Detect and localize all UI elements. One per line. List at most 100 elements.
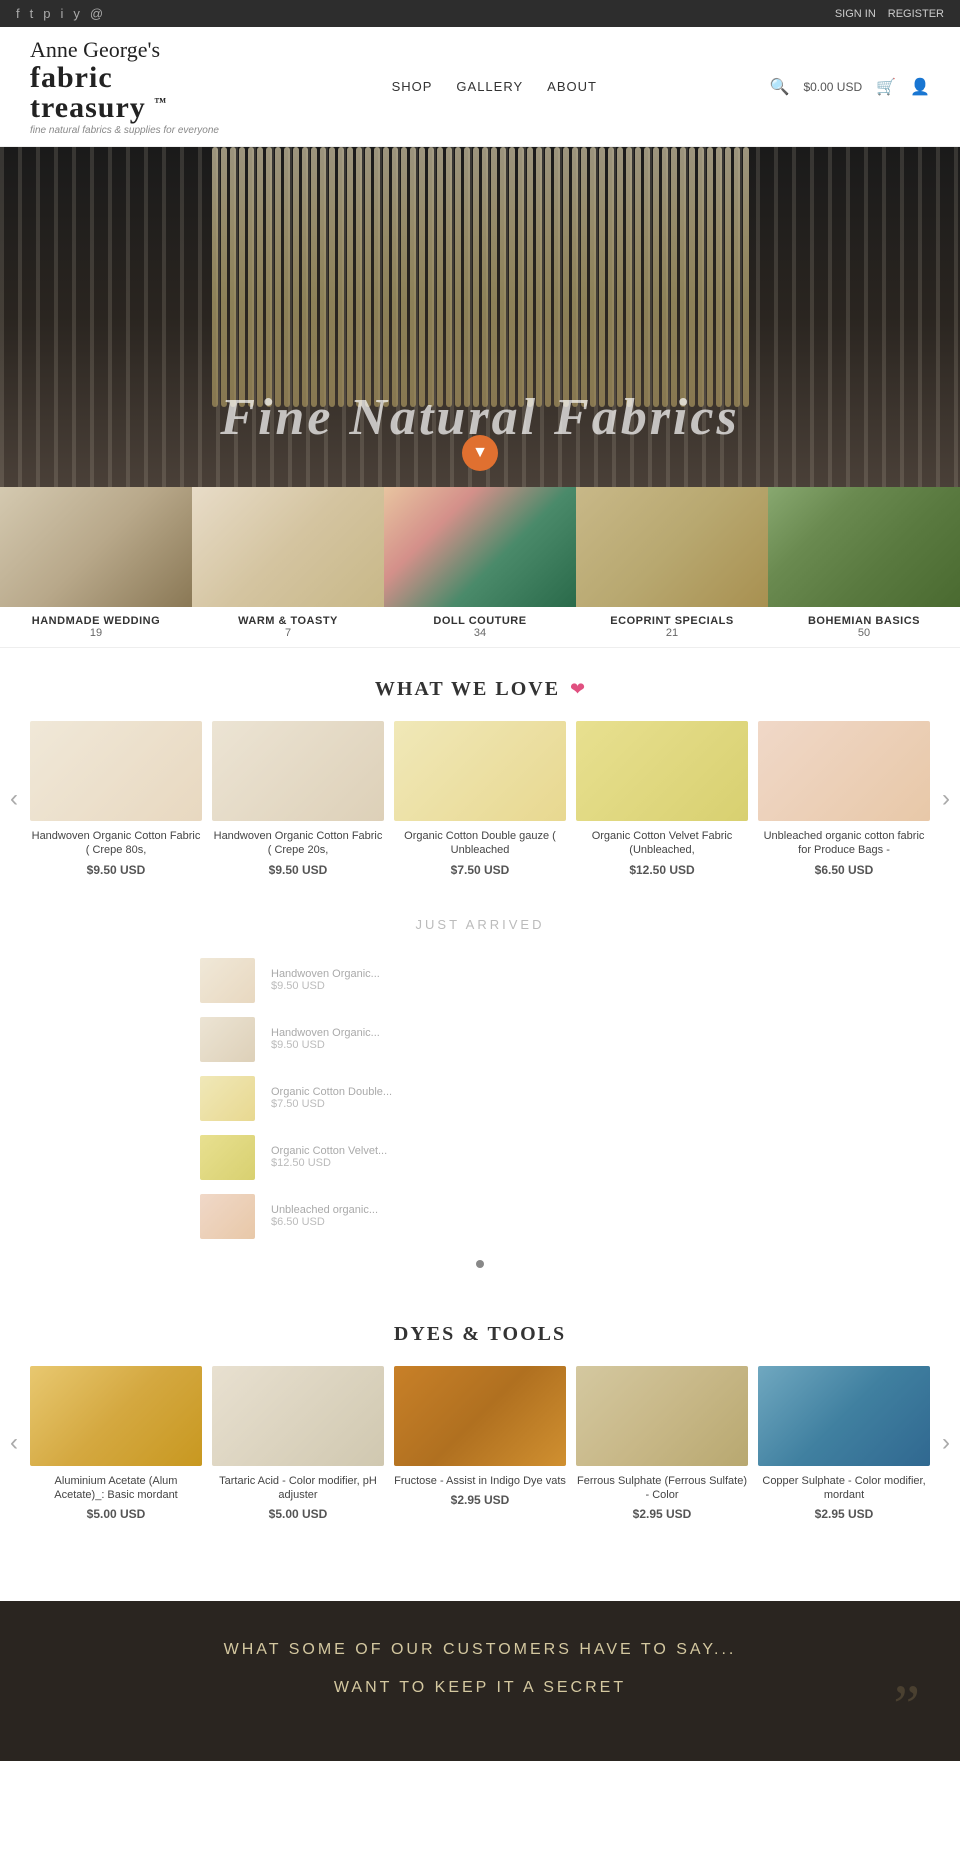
carousel-right-arrow[interactable]: › (932, 775, 960, 823)
hero-scroll-button[interactable]: ▼ (462, 435, 498, 471)
dye-card-5[interactable]: Copper Sulphate - Color modifier, mordan… (758, 1366, 930, 1522)
collection-bohemian-count: 50 (772, 627, 956, 639)
dyes-carousel-right[interactable]: › (932, 1419, 960, 1467)
spacer (0, 1561, 960, 1601)
ja-thumb-2 (200, 1017, 255, 1062)
just-arrived-item-2[interactable]: Handwoven Organic... $9.50 USD (200, 1011, 760, 1068)
logo-treasury: treasury (30, 91, 146, 124)
cart-icon[interactable]: 🛒 (876, 77, 896, 97)
product-img-4 (576, 721, 748, 821)
logo[interactable]: Anne George's fabric treasury ™ fine nat… (30, 37, 219, 136)
ja-thumb-4 (200, 1135, 255, 1180)
dye-img-4 (576, 1366, 748, 1466)
product-card-1[interactable]: Handwoven Organic Cotton Fabric ( Crepe … (30, 721, 202, 877)
collection-warm-toasty[interactable]: WARM & TOASTY 7 (192, 487, 384, 647)
collection-dollcouture-name: DOLL COUTURE (388, 615, 572, 627)
hero-section: Fine Natural Fabrics ▼ (0, 147, 960, 487)
carousel-dots (0, 1255, 960, 1273)
collection-handmade-wedding[interactable]: HANDMADE WEDDING 19 (0, 487, 192, 647)
cart-amount: $0.00 USD (803, 80, 862, 94)
collection-handmade-count: 19 (4, 627, 188, 639)
ja-name-1: Handwoven Organic... (271, 968, 760, 980)
collection-warmtoasty-count: 7 (196, 627, 380, 639)
dyes-products-row: Aluminium Acetate (Alum Acetate)_: Basic… (30, 1366, 930, 1522)
signin-link[interactable]: SIGN IN (835, 8, 876, 20)
header-icons: 🔍 $0.00 USD 🛒 👤 (770, 77, 930, 97)
product-img-1 (30, 721, 202, 821)
pinterest-icon[interactable]: p (43, 6, 50, 21)
product-price-3: $7.50 USD (394, 863, 566, 877)
just-arrived-title: JUST ARRIVED (0, 917, 960, 932)
youtube-icon[interactable]: y (73, 6, 80, 21)
ja-info-4: Organic Cotton Velvet... $12.50 USD (271, 1145, 760, 1169)
user-icon[interactable]: 👤 (910, 77, 930, 97)
product-img-5 (758, 721, 930, 821)
dyes-carousel: ‹ Aluminium Acetate (Alum Acetate)_: Bas… (0, 1366, 960, 1522)
dye-price-5: $2.95 USD (758, 1507, 930, 1521)
collection-warmtoasty-name: WARM & TOASTY (196, 615, 380, 627)
main-nav: SHOP GALLERY ABOUT (392, 79, 597, 94)
dye-img-2 (212, 1366, 384, 1466)
what-we-love-header: WHAT WE LOVE ❤ (0, 648, 960, 721)
register-link[interactable]: REGISTER (888, 8, 944, 20)
dot-1[interactable] (476, 1260, 484, 1268)
email-icon[interactable]: @ (90, 6, 103, 21)
product-card-3[interactable]: Organic Cotton Double gauze ( Unbleached… (394, 721, 566, 877)
product-price-5: $6.50 USD (758, 863, 930, 877)
just-arrived-item-3[interactable]: Organic Cotton Double... $7.50 USD (200, 1070, 760, 1127)
secret-text: WANT TO KEEP IT A SECRET (60, 1679, 900, 1697)
product-card-2[interactable]: Handwoven Organic Cotton Fabric ( Crepe … (212, 721, 384, 877)
collection-dollcouture-count: 34 (388, 627, 572, 639)
just-arrived-list: Handwoven Organic... $9.50 USD Handwoven… (0, 952, 960, 1245)
product-card-4[interactable]: Organic Cotton Velvet Fabric (Unbleached… (576, 721, 748, 877)
nav-about[interactable]: ABOUT (547, 79, 597, 94)
product-card-5[interactable]: Unbleached organic cotton fabric for Pro… (758, 721, 930, 877)
dye-name-2: Tartaric Acid - Color modifier, pH adjus… (212, 1474, 384, 1503)
collections-row: HANDMADE WEDDING 19 WARM & TOASTY 7 DOLL… (0, 487, 960, 647)
facebook-icon[interactable]: f (16, 6, 20, 21)
collection-ecoprint[interactable]: ECOPRINT SPECIALS 21 (576, 487, 768, 647)
twitter-icon[interactable]: t (30, 6, 34, 21)
auth-links: SIGN IN REGISTER (835, 8, 944, 20)
dye-name-5: Copper Sulphate - Color modifier, mordan… (758, 1474, 930, 1503)
logo-fabric: fabric (30, 61, 113, 94)
ja-price-3: $7.50 USD (271, 1098, 760, 1110)
product-price-2: $9.50 USD (212, 863, 384, 877)
dye-card-1[interactable]: Aluminium Acetate (Alum Acetate)_: Basic… (30, 1366, 202, 1522)
product-price-1: $9.50 USD (30, 863, 202, 877)
just-arrived-item-5[interactable]: Unbleached organic... $6.50 USD (200, 1188, 760, 1245)
dyes-tools-section: DYES & TOOLS ‹ Aluminium Acetate (Alum A… (0, 1303, 960, 1562)
ja-info-1: Handwoven Organic... $9.50 USD (271, 968, 760, 992)
ja-name-3: Organic Cotton Double... (271, 1086, 760, 1098)
nav-shop[interactable]: SHOP (392, 79, 433, 94)
ja-info-3: Organic Cotton Double... $7.50 USD (271, 1086, 760, 1110)
product-price-4: $12.50 USD (576, 863, 748, 877)
ja-price-1: $9.50 USD (271, 980, 760, 992)
ja-name-2: Handwoven Organic... (271, 1027, 760, 1039)
ja-thumb-5 (200, 1194, 255, 1239)
collection-bohemian[interactable]: BOHEMIAN BASICS 50 (768, 487, 960, 647)
nav-gallery[interactable]: GALLERY (456, 79, 523, 94)
testimonials-title: WHAT SOME OF OUR CUSTOMERS HAVE TO SAY..… (60, 1641, 900, 1659)
dye-card-3[interactable]: Fructose - Assist in Indigo Dye vats $2.… (394, 1366, 566, 1522)
search-icon[interactable]: 🔍 (770, 77, 790, 97)
dye-card-4[interactable]: Ferrous Sulphate (Ferrous Sulfate) - Col… (576, 1366, 748, 1522)
collection-doll-couture[interactable]: DOLL COUTURE 34 (384, 487, 576, 647)
products-carousel: ‹ Handwoven Organic Cotton Fabric ( Crep… (0, 721, 960, 877)
dyes-carousel-left[interactable]: ‹ (0, 1419, 28, 1467)
dye-price-2: $5.00 USD (212, 1507, 384, 1521)
ja-price-4: $12.50 USD (271, 1157, 760, 1169)
carousel-left-arrow[interactable]: ‹ (0, 775, 28, 823)
dye-name-3: Fructose - Assist in Indigo Dye vats (394, 1474, 566, 1488)
collection-ecoprint-name: ECOPRINT SPECIALS (580, 615, 764, 627)
dye-price-1: $5.00 USD (30, 1507, 202, 1521)
dye-card-2[interactable]: Tartaric Acid - Color modifier, pH adjus… (212, 1366, 384, 1522)
just-arrived-item-4[interactable]: Organic Cotton Velvet... $12.50 USD (200, 1129, 760, 1186)
instagram-icon[interactable]: i (60, 6, 63, 21)
product-name-3: Organic Cotton Double gauze ( Unbleached (394, 829, 566, 858)
collection-bohemian-img (768, 487, 960, 607)
just-arrived-item-1[interactable]: Handwoven Organic... $9.50 USD (200, 952, 760, 1009)
collection-handmade-name: HANDMADE WEDDING (4, 615, 188, 627)
social-links: f t p i y @ (16, 6, 103, 21)
ja-name-4: Organic Cotton Velvet... (271, 1145, 760, 1157)
